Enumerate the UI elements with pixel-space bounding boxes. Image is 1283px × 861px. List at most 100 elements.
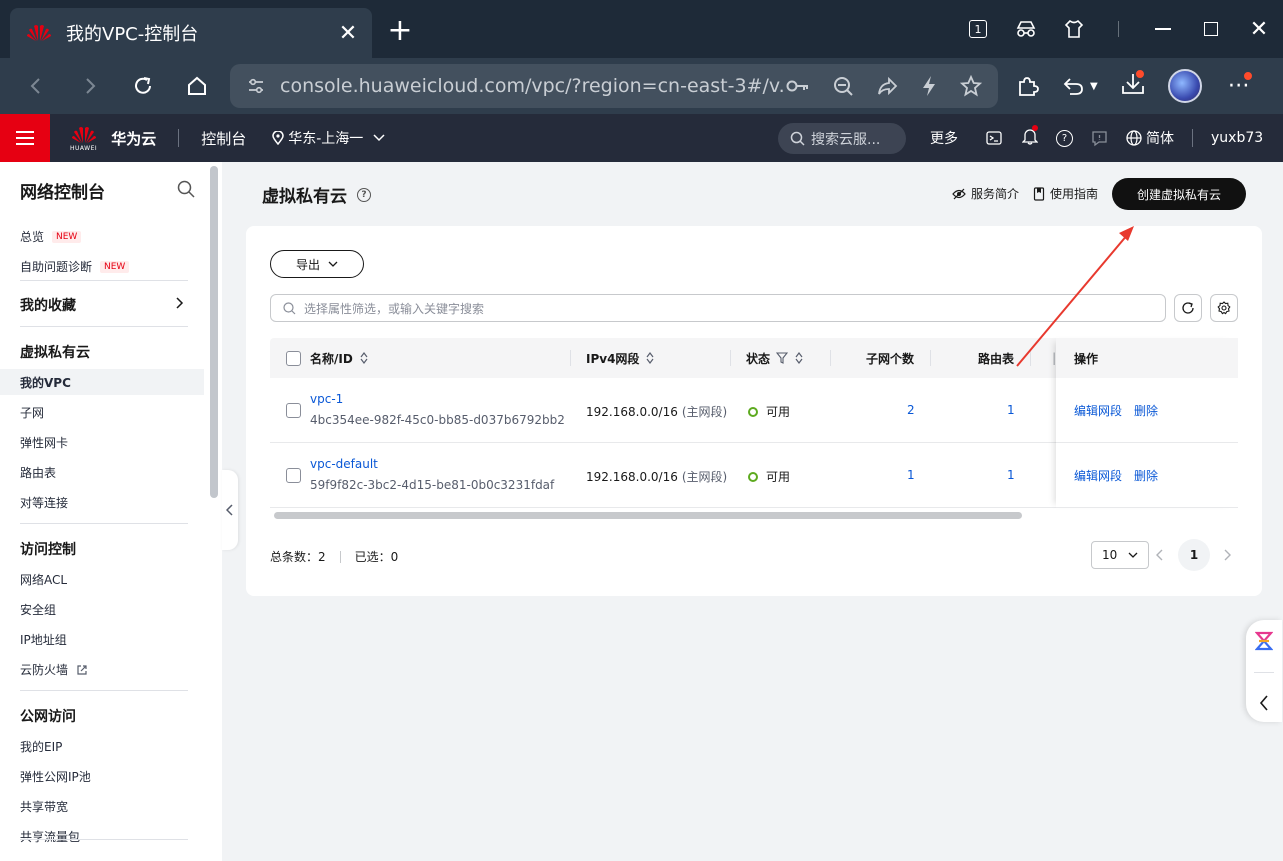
edit-cidr-link[interactable]: 编辑网段 bbox=[1074, 467, 1122, 484]
sidebar-item-diagnosis[interactable]: 自助问题诊断 NEW bbox=[20, 258, 130, 275]
language-selector[interactable]: 简体 bbox=[1126, 128, 1174, 148]
sidebar-item-overview[interactable]: 总览 NEW bbox=[20, 228, 82, 245]
incognito-icon[interactable] bbox=[1002, 0, 1050, 58]
row-operations: 编辑网段 删除 bbox=[1056, 443, 1238, 508]
hamburger-menu-button[interactable] bbox=[0, 114, 50, 162]
service-intro-link[interactable]: 服务简介 bbox=[952, 185, 1019, 202]
home-icon[interactable] bbox=[183, 72, 211, 100]
skin-icon[interactable] bbox=[1050, 0, 1098, 58]
help-icon[interactable]: ? bbox=[1056, 129, 1073, 147]
browser-avatar[interactable] bbox=[1167, 69, 1202, 103]
console-link[interactable]: 控制台 bbox=[201, 128, 246, 149]
sidebar-item-my-eip[interactable]: 我的EIP bbox=[20, 738, 62, 755]
filter-search-input[interactable]: 选择属性筛选，或输入关键字搜索 bbox=[270, 294, 1166, 322]
key-icon[interactable] bbox=[786, 78, 810, 94]
lightning-icon[interactable] bbox=[920, 75, 938, 97]
vpc-name-link[interactable]: vpc-1 bbox=[310, 392, 343, 406]
column-subnets: 子网个数 bbox=[866, 338, 914, 378]
more-options-icon[interactable]: ⋯ bbox=[1224, 70, 1254, 98]
column-separator bbox=[730, 350, 731, 366]
column-ipv4[interactable]: IPv4网段 bbox=[586, 338, 655, 378]
sidebar-favorites[interactable]: 我的收藏 bbox=[20, 295, 76, 315]
sidebar-item-shared-data-package[interactable]: 共享流量包 bbox=[20, 828, 80, 845]
vpc-subnet-count-link[interactable]: 2 bbox=[907, 403, 915, 417]
share-icon[interactable] bbox=[876, 75, 898, 97]
download-icon[interactable] bbox=[1120, 68, 1146, 100]
page-help-icon[interactable]: ? bbox=[357, 187, 371, 202]
page-size-select[interactable]: 10 bbox=[1091, 541, 1149, 569]
sidebar-item-peering[interactable]: 对等连接 bbox=[20, 494, 68, 511]
floating-assistant-widget bbox=[1246, 620, 1282, 722]
sidebar-item-shared-bandwidth[interactable]: 共享带宽 bbox=[20, 798, 68, 815]
sidebar-collapse-handle[interactable] bbox=[222, 470, 238, 550]
prev-page-icon[interactable] bbox=[1156, 549, 1164, 561]
notification-bell-icon[interactable] bbox=[1021, 125, 1039, 149]
export-label: 导出 bbox=[295, 257, 320, 272]
tab-count-icon[interactable]: 1 bbox=[954, 0, 1002, 58]
forward-icon[interactable] bbox=[76, 72, 104, 100]
back-icon[interactable] bbox=[22, 72, 50, 100]
assistant-logo-icon[interactable] bbox=[1255, 631, 1273, 651]
reload-icon[interactable] bbox=[129, 72, 157, 100]
sidebar-item-my-vpc[interactable]: 我的VPC bbox=[20, 374, 71, 391]
user-guide-link[interactable]: 使用指南 bbox=[1033, 185, 1098, 202]
sidebar-item-route-table[interactable]: 路由表 bbox=[20, 464, 56, 481]
feedback-icon[interactable] bbox=[1091, 130, 1108, 147]
page-number-current[interactable]: 1 bbox=[1178, 539, 1210, 571]
user-name[interactable]: yuxb73 bbox=[1211, 130, 1263, 146]
sidebar-item-eip-pool[interactable]: 弹性公网IP池 bbox=[20, 768, 91, 785]
terminal-icon[interactable] bbox=[986, 130, 1002, 146]
refresh-button[interactable] bbox=[1174, 294, 1202, 322]
extensions-icon[interactable] bbox=[1016, 74, 1040, 98]
zoom-out-icon[interactable] bbox=[832, 75, 854, 97]
chevron-right-icon[interactable] bbox=[176, 297, 184, 309]
tab-close-icon[interactable]: ✕ bbox=[338, 21, 358, 46]
site-settings-icon[interactable] bbox=[246, 76, 266, 96]
sidebar-search-icon[interactable] bbox=[177, 180, 195, 198]
settings-button[interactable] bbox=[1210, 294, 1238, 322]
sidebar-item-subnet[interactable]: 子网 bbox=[20, 404, 44, 421]
sidebar-scrollbar[interactable] bbox=[210, 166, 218, 498]
vpc-subnet-count-link[interactable]: 1 bbox=[907, 468, 915, 482]
maximize-icon[interactable] bbox=[1187, 0, 1235, 58]
url-bar[interactable]: console.huaweicloud.com/vpc/?region=cn-e… bbox=[230, 64, 998, 108]
sidebar-item-ip-group[interactable]: IP地址组 bbox=[20, 631, 67, 648]
new-tab-icon[interactable]: + bbox=[387, 16, 413, 46]
delete-link[interactable]: 删除 bbox=[1134, 467, 1158, 484]
browser-tab[interactable]: 我的VPC-控制台 ✕ bbox=[10, 8, 372, 58]
header-search-input[interactable]: 搜索云服... bbox=[778, 123, 906, 154]
vpc-status: 可用 bbox=[766, 405, 791, 419]
vpc-route-table-link[interactable]: 1 bbox=[1007, 403, 1015, 417]
delete-link[interactable]: 删除 bbox=[1134, 402, 1158, 419]
region-selector[interactable]: 华东-上海一 bbox=[272, 128, 385, 148]
selected-count: 已选：0 bbox=[354, 550, 399, 564]
sidebar-item-network-acl[interactable]: 网络ACL bbox=[20, 571, 67, 588]
table-horizontal-scrollbar[interactable] bbox=[274, 512, 1022, 519]
bookmark-star-icon[interactable] bbox=[960, 75, 982, 97]
sidebar-item-label: 云防火墙 bbox=[20, 663, 69, 677]
column-status[interactable]: 状态 bbox=[746, 338, 804, 378]
huawei-cloud-brand[interactable]: HUAWEI 华为云 bbox=[70, 125, 156, 152]
row-operations: 编辑网段 删除 bbox=[1056, 378, 1238, 443]
more-link[interactable]: 更多 bbox=[930, 128, 958, 148]
row-checkbox[interactable] bbox=[286, 468, 301, 483]
undo-menu-icon[interactable]: ▼ bbox=[1062, 75, 1098, 97]
more-notification-dot bbox=[1241, 70, 1254, 82]
search-icon bbox=[283, 301, 296, 314]
select-all-checkbox[interactable] bbox=[286, 350, 301, 366]
next-page-icon[interactable] bbox=[1224, 549, 1232, 561]
close-window-icon[interactable]: ✕ bbox=[1235, 0, 1283, 58]
vpc-route-table-link[interactable]: 1 bbox=[1007, 468, 1015, 482]
minimize-icon[interactable] bbox=[1139, 0, 1187, 58]
sidebar-item-security-group[interactable]: 安全组 bbox=[20, 601, 56, 618]
column-name-id[interactable]: 名称/ID bbox=[310, 338, 369, 378]
create-vpc-button[interactable]: 创建虚拟私有云 bbox=[1112, 178, 1246, 210]
sidebar-item-cloud-firewall[interactable]: 云防火墙 bbox=[20, 661, 88, 678]
sidebar-item-eni[interactable]: 弹性网卡 bbox=[20, 434, 68, 451]
edit-cidr-link[interactable]: 编辑网段 bbox=[1074, 402, 1122, 419]
export-button[interactable]: 导出 bbox=[270, 250, 364, 278]
row-checkbox[interactable] bbox=[286, 403, 301, 418]
vpc-name-link[interactable]: vpc-default bbox=[310, 457, 378, 471]
widget-divider bbox=[1254, 672, 1274, 674]
chevron-left-icon[interactable] bbox=[1259, 695, 1269, 711]
